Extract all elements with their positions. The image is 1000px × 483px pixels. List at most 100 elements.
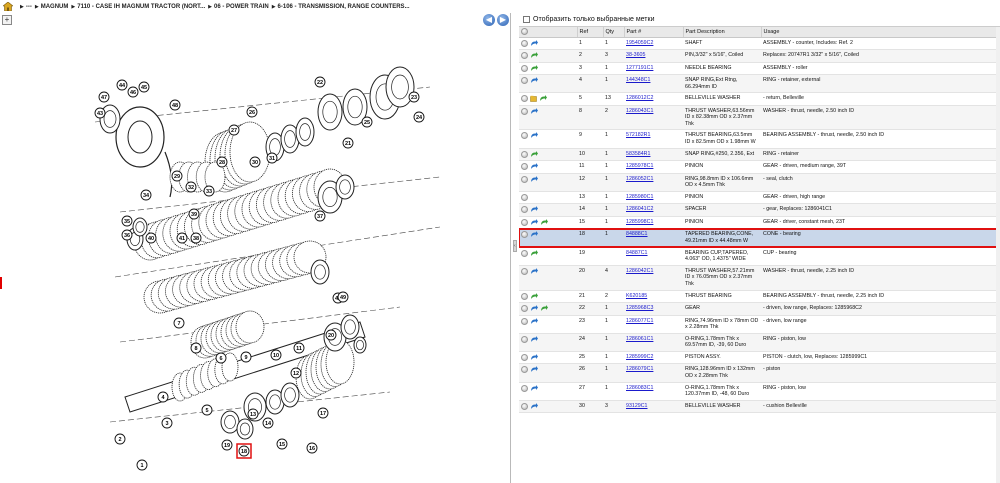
replacement-arrow-icon[interactable]	[530, 39, 538, 47]
callout-label[interactable]: 3	[161, 417, 173, 429]
row-select-icon[interactable]	[521, 206, 528, 214]
callout-label[interactable]: 2	[114, 433, 126, 445]
breadcrumb-item[interactable]: ▶ MAGNUM	[32, 4, 69, 10]
table-row[interactable]: 8 2 1286043C1 THRUST WASHER,63.56mm ID x 82…	[519, 105, 1000, 131]
table-row[interactable]: 25 1 1285999C2 PISTON ASSY. PISTON - clutch,…	[519, 351, 1000, 365]
row-select-icon[interactable]	[521, 292, 528, 300]
table-row[interactable]: 5 13 1286012C2 BELLEVILLE WASHER - return, B…	[519, 92, 1000, 106]
row-select-icon[interactable]	[521, 384, 528, 392]
replacement-arrow-icon[interactable]	[530, 163, 538, 170]
callout-label[interactable]: 22	[314, 76, 326, 88]
part-number-link[interactable]: 38-3605	[626, 52, 645, 58]
part-number-link[interactable]: 583584R1	[626, 151, 650, 157]
table-row[interactable]: 19 84887C1 BEARING CUP,TAPERED, 4.063" OD,…	[519, 247, 1000, 266]
callout-label[interactable]: 16	[306, 442, 318, 454]
folder-icon[interactable]	[530, 95, 537, 102]
column-header-part-number[interactable]: Part #	[624, 27, 684, 38]
replacement-arrow-icon[interactable]	[530, 267, 538, 275]
callout-label[interactable]: 43	[94, 107, 106, 119]
row-select-icon[interactable]	[521, 218, 528, 226]
part-number-link[interactable]: 84887C1	[626, 250, 648, 256]
exploded-parts-diagram[interactable]: 123456789 1011121314151617181920212223242…	[0, 27, 511, 483]
row-select-icon[interactable]	[521, 132, 528, 140]
callout-label[interactable]: 9	[240, 351, 252, 363]
table-row[interactable]: 4 1 144348C1 SNAP RING,Ext Rtng, 66.294mm I…	[519, 74, 1000, 94]
callout-label[interactable]: 11	[293, 342, 305, 354]
table-row[interactable]: 27 1 1286083C1 O-RING,1.78mm Thk x 120.37mm…	[519, 382, 1000, 401]
column-header-usage[interactable]: Usage	[761, 27, 1000, 38]
replacement-arrow-icon[interactable]	[530, 317, 538, 325]
table-row[interactable]: 15 1 1285998C1 PINION GEAR - driver, constan…	[519, 216, 1000, 230]
replacement-arrow-icon[interactable]	[530, 402, 538, 410]
callout-label[interactable]: 20	[325, 329, 337, 341]
callout-label[interactable]: 39	[188, 208, 200, 220]
forward-arrow-icon[interactable]	[530, 249, 538, 257]
callout-label[interactable]: 30	[249, 156, 261, 168]
part-number-link[interactable]: 93129C1	[626, 403, 648, 409]
replacement-arrow-icon[interactable]	[530, 353, 538, 361]
callout-label[interactable]: 28	[216, 156, 228, 168]
table-row[interactable]: 9 1 572182R1 THRUST BEARING,63.5mm ID x 82.…	[519, 129, 1000, 149]
part-number-link[interactable]: 1286083C1	[626, 385, 653, 391]
callout-label[interactable]: 21	[342, 137, 354, 149]
callout-label[interactable]: 40	[145, 232, 157, 244]
callout-label[interactable]: 34	[140, 189, 152, 201]
callout-label[interactable]: 26	[246, 106, 258, 118]
callout-label[interactable]: 38	[190, 232, 202, 244]
row-select-icon[interactable]	[521, 52, 528, 59]
breadcrumb-item[interactable]: ▶ 06 - POWER TRAIN	[205, 4, 269, 10]
row-select-icon[interactable]	[521, 150, 528, 158]
callout-highlighted[interactable]: 18	[236, 443, 252, 459]
part-number-link[interactable]: 1285968C3	[626, 305, 653, 311]
callout-label[interactable]: 14	[262, 417, 274, 429]
part-number-link[interactable]: 572182R1	[626, 132, 650, 138]
row-select-icon[interactable]	[521, 353, 528, 361]
callout-label[interactable]: 29	[171, 170, 183, 182]
forward-arrow-icon[interactable]	[530, 292, 538, 300]
callout-label[interactable]: 49	[337, 291, 349, 303]
table-row[interactable]: 13 1 1285980C1 PINION GEAR - driven, high ra…	[519, 191, 1000, 205]
callout-label[interactable]: 45	[138, 81, 150, 93]
callout-label[interactable]: 10	[270, 349, 282, 361]
part-number-link[interactable]: 1286042C1	[626, 268, 653, 274]
forward-arrow-icon[interactable]	[539, 95, 547, 102]
column-header-ref[interactable]: Ref	[577, 27, 604, 38]
callout-label[interactable]: 32	[185, 181, 197, 193]
replacement-arrow-icon[interactable]	[530, 305, 538, 312]
select-all-icon[interactable]	[521, 28, 528, 36]
table-row[interactable]: 21 2 K620185 THRUST BEARING BEARING ASSEMBLY…	[519, 290, 1000, 303]
next-page-button[interactable]: ▶	[497, 14, 509, 26]
home-icon[interactable]	[3, 2, 13, 11]
row-select-icon[interactable]	[521, 193, 528, 201]
callout-label[interactable]: 48	[169, 99, 181, 111]
callout-label[interactable]: 44	[116, 79, 128, 91]
replacement-arrow-icon[interactable]	[530, 132, 538, 139]
callout-label[interactable]: 35	[121, 215, 133, 227]
callout-label[interactable]: 31	[266, 152, 278, 164]
callout-label[interactable]: 5	[201, 404, 213, 416]
part-number-link[interactable]: 1286041C2	[626, 206, 653, 212]
table-row[interactable]: 11 1 1285978C1 PINION GEAR - driven, medium …	[519, 160, 1000, 174]
callout-label[interactable]: 47	[98, 91, 110, 103]
callout-label[interactable]: 4	[157, 391, 169, 403]
callout-label[interactable]: 46	[127, 86, 139, 98]
row-select-icon[interactable]	[521, 64, 528, 72]
table-row[interactable]: 22 1 1285968C3 GEAR - driven, low range, Rep…	[519, 302, 1000, 316]
callout-label[interactable]: 1	[136, 459, 148, 471]
callout-label[interactable]: 33	[203, 185, 215, 197]
replacement-arrow-icon[interactable]	[530, 366, 538, 373]
callout-label[interactable]: 19	[221, 439, 233, 451]
part-number-link[interactable]: 1285978C1	[626, 163, 653, 169]
row-select-icon[interactable]	[521, 77, 528, 84]
table-row[interactable]: 20 4 1286042C1 THRUST WASHER,57.21mm ID x 7…	[519, 265, 1000, 291]
replacement-arrow-icon[interactable]	[530, 231, 538, 238]
part-number-link[interactable]: 1285999C2	[626, 354, 653, 360]
row-select-icon[interactable]	[521, 95, 528, 103]
forward-arrow-icon[interactable]	[530, 52, 538, 59]
show-selected-checkbox[interactable]	[523, 16, 530, 23]
callout-label[interactable]: 6	[215, 352, 227, 364]
replacement-arrow-icon[interactable]	[530, 107, 538, 115]
row-select-icon[interactable]	[521, 267, 528, 275]
replacement-arrow-icon[interactable]	[530, 335, 538, 343]
part-number-link[interactable]: 1286012C2	[626, 95, 653, 101]
